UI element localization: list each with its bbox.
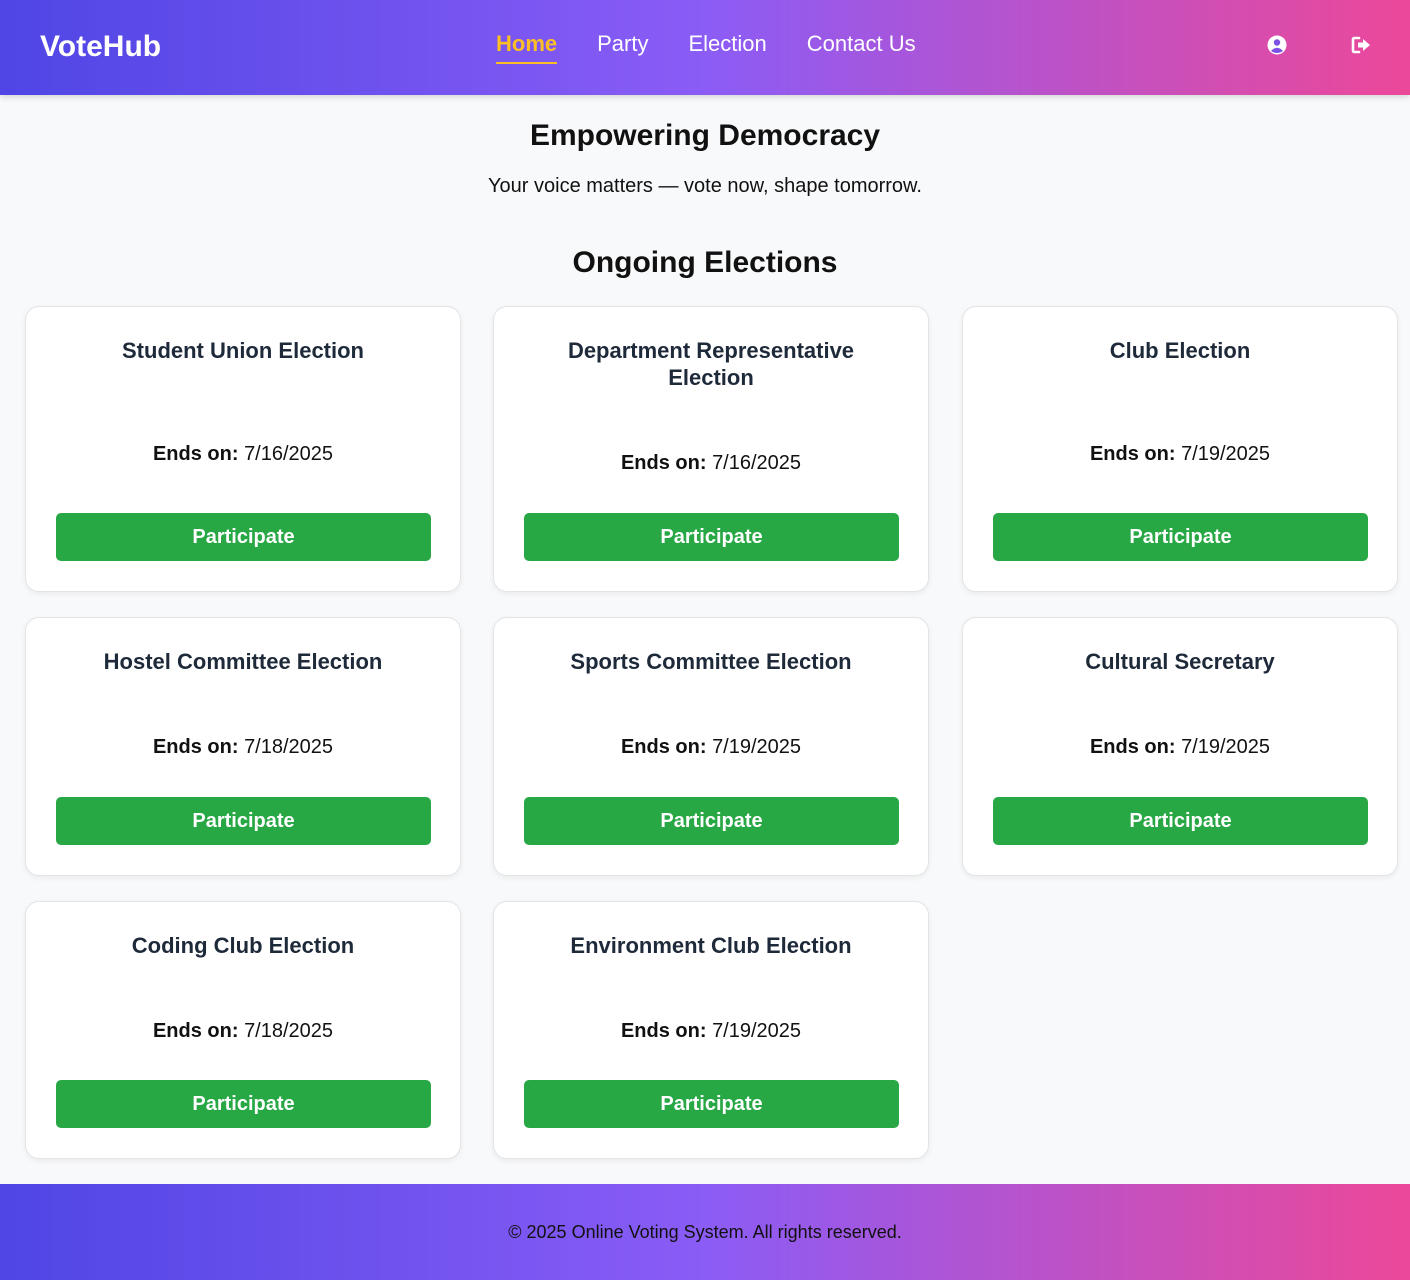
participate-button[interactable]: Participate [993,797,1368,845]
end-date-value: 7/19/2025 [712,736,802,758]
participate-button[interactable]: Participate [524,1080,899,1128]
election-title: Cultural Secretary [1085,649,1275,674]
ongoing-elections-title: Ongoing Elections [572,246,838,279]
election-end-date: Ends on: 7/18/2025 [26,1019,460,1043]
participate-button[interactable]: Participate [56,513,431,561]
participate-button[interactable]: Participate [56,797,431,845]
election-card: Sports Committee Election Ends on: 7/19/… [493,617,929,876]
election-end-date: Ends on: 7/16/2025 [494,451,928,475]
page-footer: © 2025 Online Voting System. All rights … [0,1184,1410,1280]
election-title: Sports Committee Election [570,649,852,674]
participate-button[interactable]: Participate [993,513,1368,561]
ends-on-label: Ends on: [152,1020,239,1042]
election-card: Coding Club Election Ends on: 7/18/2025 … [25,901,461,1159]
user-circle-icon[interactable] [1266,34,1288,56]
participate-button[interactable]: Participate [524,513,899,561]
ends-on-label: Ends on: [152,736,239,758]
nav-links: Home Party Election Contact Us [496,30,916,64]
election-card: Environment Club Election Ends on: 7/19/… [493,901,929,1159]
election-end-date: Ends on: 7/19/2025 [963,735,1397,759]
end-date-value: 7/18/2025 [244,736,334,758]
ends-on-label: Ends on: [620,452,707,474]
nav-link-election[interactable]: Election [688,30,766,64]
nav-link-contact-us[interactable]: Contact Us [807,30,916,64]
logout-icon[interactable] [1350,34,1372,56]
election-card: Student Union Election Ends on: 7/16/202… [25,306,461,592]
hero-title: Empowering Democracy [529,119,881,152]
ends-on-label: Ends on: [152,443,239,465]
copyright-text: © 2025 Online Voting System. All rights … [508,1222,902,1242]
election-end-date: Ends on: 7/16/2025 [26,442,460,466]
end-date-value: 7/18/2025 [244,1020,334,1042]
hero-section: Empowering Democracy Your voice matters … [0,118,1410,198]
election-card: Hostel Committee Election Ends on: 7/18/… [25,617,461,876]
end-date-value: 7/19/2025 [712,1020,802,1042]
brand-logo[interactable]: VoteHub [40,29,161,65]
election-card: Cultural Secretary Ends on: 7/19/2025 Pa… [962,617,1398,876]
election-title: Department Representative Election [567,338,855,390]
election-end-date: Ends on: 7/19/2025 [494,735,928,759]
end-date-value: 7/19/2025 [1181,443,1271,465]
election-title: Student Union Election [122,338,364,363]
ends-on-label: Ends on: [1089,443,1176,465]
end-date-value: 7/16/2025 [244,443,334,465]
end-date-value: 7/16/2025 [712,452,802,474]
ends-on-label: Ends on: [620,1020,707,1042]
participate-button[interactable]: Participate [56,1080,431,1128]
election-title: Hostel Committee Election [103,649,383,674]
election-title: Environment Club Election [570,933,852,958]
election-end-date: Ends on: 7/19/2025 [963,442,1397,466]
end-date-value: 7/19/2025 [1181,736,1271,758]
election-card: Club Election Ends on: 7/19/2025 Partici… [962,306,1398,592]
election-title: Club Election [1109,338,1251,363]
nav-link-home[interactable]: Home [496,30,558,64]
nav-link-party[interactable]: Party [597,30,648,64]
election-end-date: Ends on: 7/19/2025 [494,1019,928,1043]
ends-on-label: Ends on: [1089,736,1176,758]
election-end-date: Ends on: 7/18/2025 [26,735,460,759]
election-card: Department Representative Election Ends … [493,306,929,592]
participate-button[interactable]: Participate [524,797,899,845]
hero-subtitle: Your voice matters — vote now, shape tom… [488,175,922,197]
ends-on-label: Ends on: [620,736,707,758]
top-navbar: VoteHub Home Party Election Contact Us [0,0,1410,95]
election-title: Coding Club Election [131,933,355,958]
